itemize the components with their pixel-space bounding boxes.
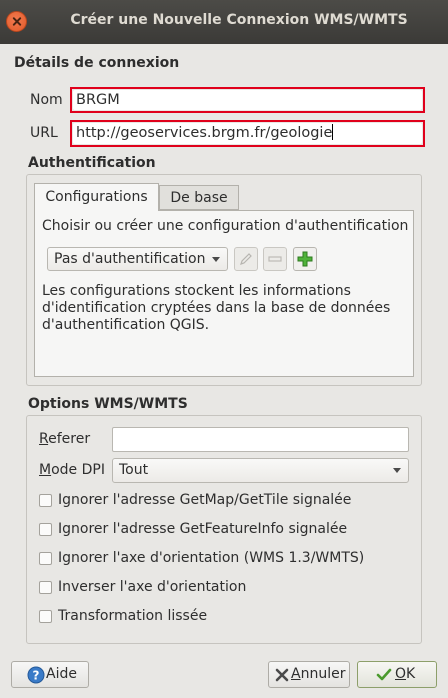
url-input[interactable]: http://geoservices.brgm.fr/geologie: [73, 123, 422, 144]
ok-label: OK: [395, 662, 415, 687]
cancel-button[interactable]: Annuler: [268, 661, 350, 688]
svg-text:?: ?: [33, 669, 40, 683]
dpi-mnemonic: M: [39, 462, 52, 478]
auth-config-value: Pas d'authentification: [54, 251, 206, 267]
auth-group-title: Authentification: [28, 155, 156, 171]
ignore-getmap-label[interactable]: Ignorer l'adresse GetMap/GetTile signalé…: [58, 492, 351, 508]
invert-axis-orientation-checkbox[interactable]: [39, 581, 52, 594]
title-bar: Créer une Nouvelle Connexion WMS/WMTS: [0, 0, 448, 44]
tab-de-base[interactable]: De base: [159, 185, 239, 210]
smooth-transform-checkbox[interactable]: [39, 610, 52, 623]
referer-label-rest: eferer: [48, 431, 91, 447]
checkmark-icon: [376, 668, 392, 681]
ignore-axis-orientation-label[interactable]: Ignorer l'axe d'orientation (WMS 1.3/WMT…: [58, 550, 364, 566]
smooth-transform-label[interactable]: Transformation lissée: [58, 608, 207, 624]
ok-mnemonic: O: [395, 666, 407, 682]
cancel-label: Annuler: [291, 662, 345, 687]
options-group-title: Options WMS/WMTS: [28, 396, 188, 412]
add-config-button[interactable]: [293, 247, 317, 271]
invert-axis-orientation-label[interactable]: Inverser l'axe d'orientation: [58, 579, 246, 595]
dpi-mode-select[interactable]: Tout: [112, 458, 409, 483]
ignore-getfeatureinfo-checkbox[interactable]: [39, 523, 52, 536]
auth-instruction: Choisir ou créer une configuration d'aut…: [42, 218, 409, 234]
name-input[interactable]: BRGM: [73, 90, 422, 110]
referer-label: Referer: [39, 431, 90, 447]
ignore-getmap-checkbox[interactable]: [39, 494, 52, 507]
pencil-icon: [240, 253, 252, 265]
help-label: Aide: [46, 666, 77, 682]
chevron-down-icon: [393, 468, 401, 473]
ignore-getfeatureinfo-label[interactable]: Ignorer l'adresse GetFeatureInfo signalé…: [58, 521, 347, 537]
referer-input[interactable]: [112, 427, 409, 452]
edit-config-button[interactable]: [234, 247, 258, 271]
ignore-axis-orientation-checkbox[interactable]: [39, 552, 52, 565]
cancel-x-icon: [275, 668, 289, 682]
cancel-mnemonic: A: [291, 666, 301, 682]
text-cursor: [332, 124, 334, 140]
tab-configurations[interactable]: Configurations: [34, 183, 159, 211]
dpi-label-rest: ode DPI: [51, 462, 105, 478]
referer-mnemonic: R: [39, 431, 49, 447]
cancel-label-rest: nnuler: [300, 666, 346, 682]
ok-label-rest: K: [406, 666, 416, 682]
dpi-mode-value: Tout: [119, 462, 149, 478]
help-icon: ?: [27, 666, 45, 684]
plus-icon: [297, 251, 313, 267]
name-label: Nom: [30, 92, 63, 108]
url-value: http://geoservices.brgm.fr/geologie: [76, 125, 333, 141]
connection-group-title: Détails de connexion: [14, 55, 180, 71]
remove-config-button[interactable]: [263, 247, 287, 271]
dpi-label: Mode DPI: [39, 462, 105, 478]
ok-button[interactable]: OK: [357, 661, 437, 688]
help-button[interactable]: ? Aide: [11, 661, 89, 688]
auth-config-select[interactable]: Pas d'authentification: [47, 247, 228, 271]
url-label: URL: [30, 125, 58, 141]
auth-info-text: Les configurations stockent les informat…: [42, 283, 391, 333]
close-window-button[interactable]: [6, 11, 27, 32]
chevron-down-icon: [212, 257, 220, 262]
minus-icon: [268, 256, 282, 262]
window-title: Créer une Nouvelle Connexion WMS/WMTS: [70, 12, 408, 28]
